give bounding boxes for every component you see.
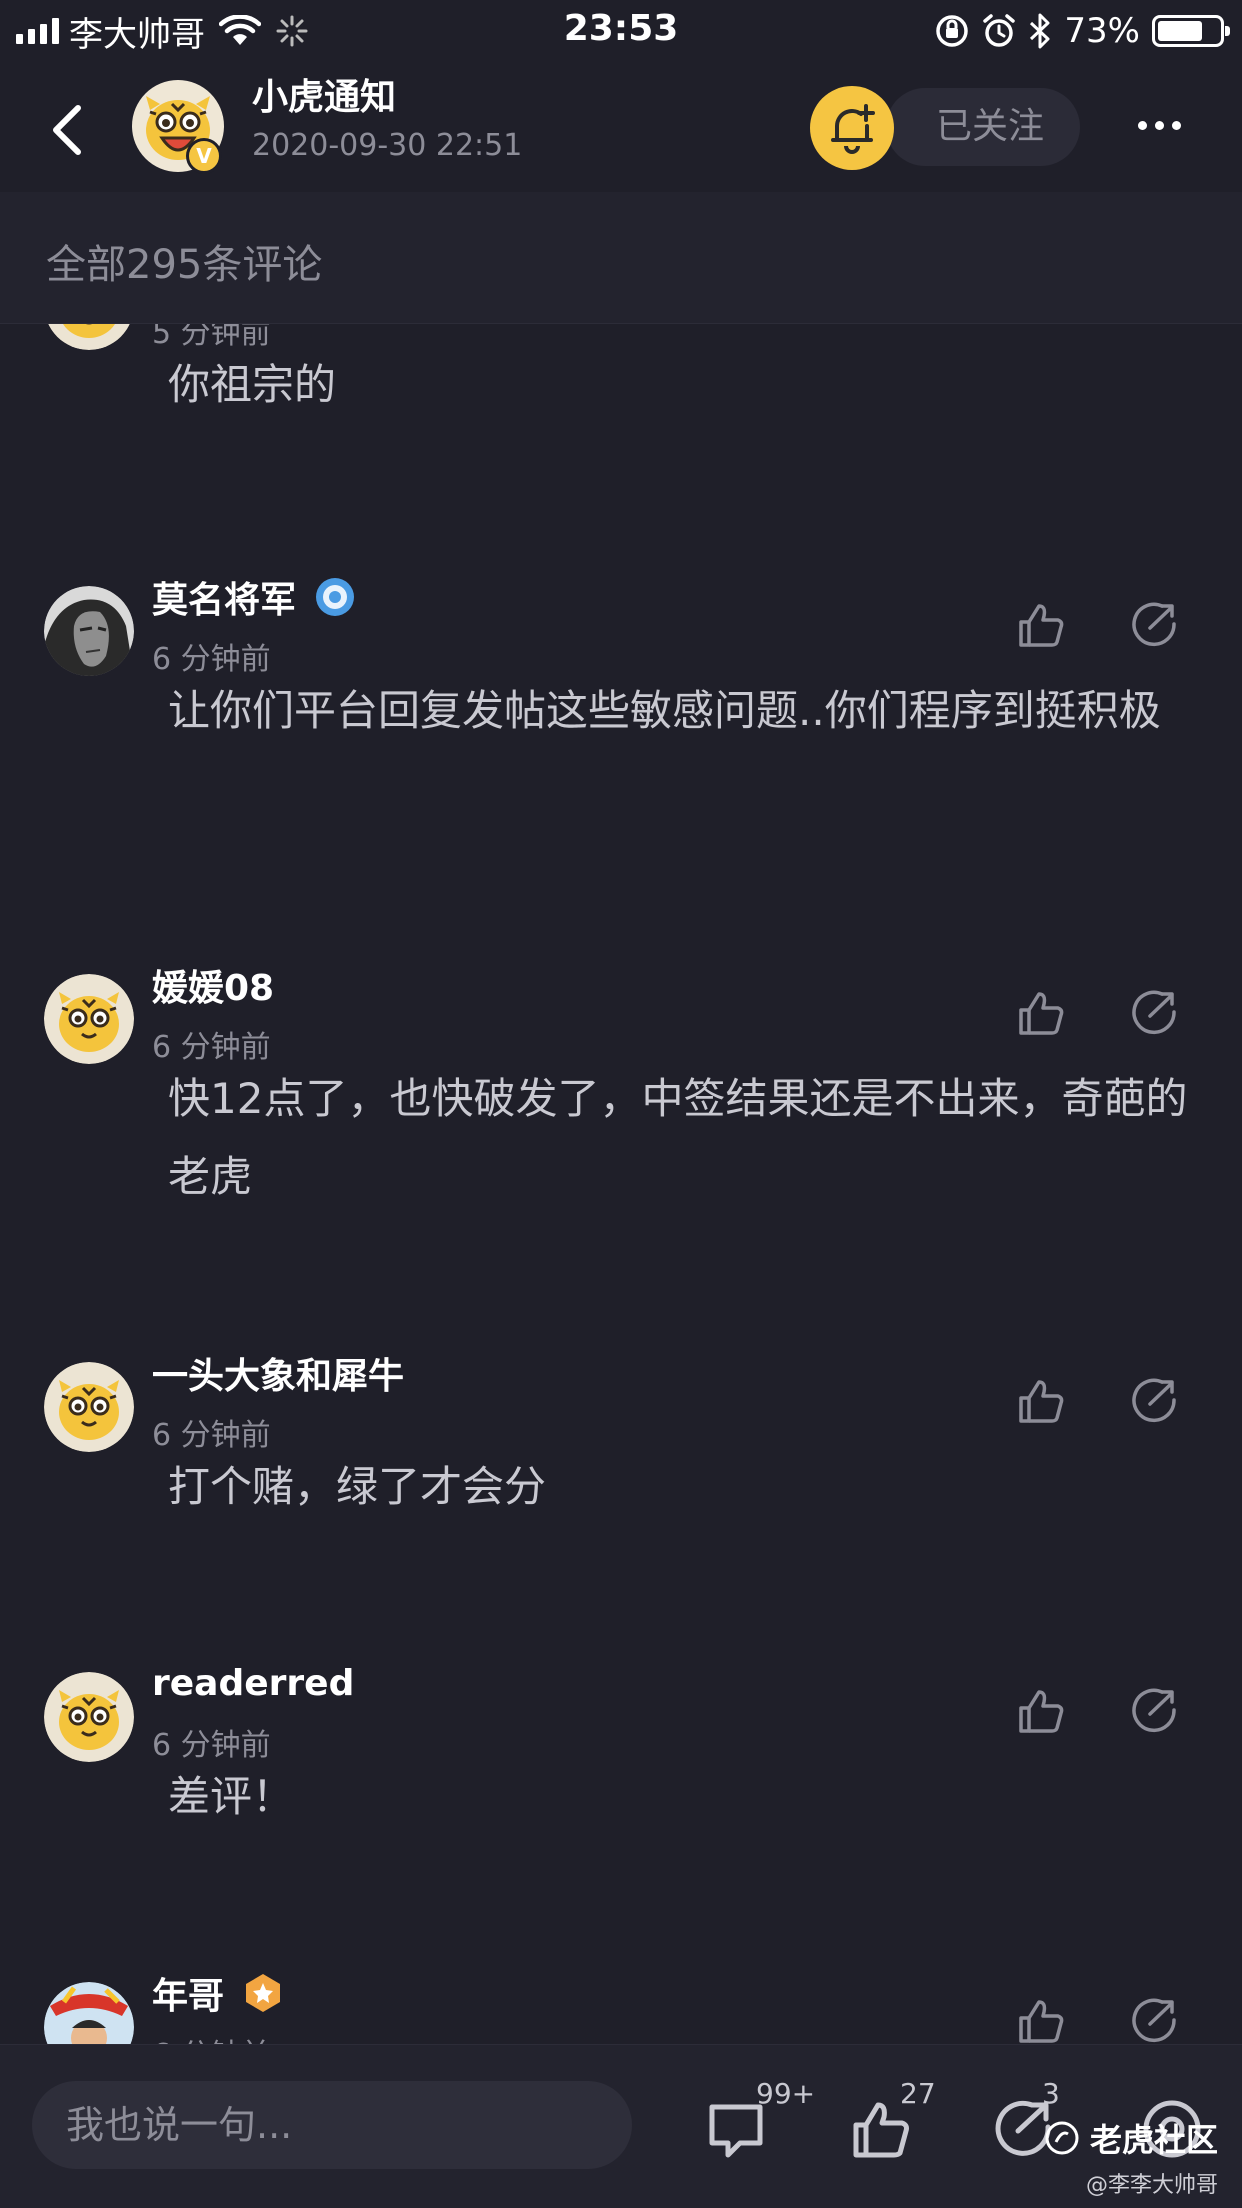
comment-text: 差评！: [168, 1772, 295, 1821]
level-badge-icon: [246, 1974, 281, 2012]
tiger-image: [44, 1672, 134, 1762]
portrait-image: [44, 586, 134, 676]
bottom-action-bar: 我也说一句... 99+ 27 3 老虎社区 @李李大帅哥: [0, 2044, 1242, 2208]
battery-percent: 73%: [1064, 11, 1140, 51]
like-icon[interactable]: [1016, 1376, 1066, 1426]
commenter-avatar[interactable]: [44, 1982, 134, 2044]
dot-icon: [1138, 120, 1147, 130]
post-date: 2020-09-30 22:51: [252, 128, 523, 163]
rotation-lock-icon: [936, 15, 969, 47]
battery-icon: [1152, 15, 1230, 47]
like-count-badge: 27: [900, 2077, 936, 2110]
like-icon[interactable]: [1016, 1686, 1066, 1736]
verified-badge: V: [186, 138, 222, 174]
watermark-logo-icon: [1045, 2121, 1079, 2155]
share-icon[interactable]: [1130, 1996, 1180, 2044]
back-icon[interactable]: [44, 100, 96, 160]
tiger-image: [44, 1362, 134, 1452]
more-options-button[interactable]: [1138, 110, 1198, 140]
commenter-name[interactable]: readerred: [152, 1663, 354, 1704]
level-badge-icon: [316, 578, 355, 616]
commenter-avatar[interactable]: [44, 1362, 134, 1452]
comment-text: 打个赌，绿了才会分: [168, 1462, 547, 1511]
commenter-name[interactable]: 年哥: [152, 1967, 224, 2019]
follow-button[interactable]: 已关注: [886, 88, 1080, 166]
reply-input[interactable]: 我也说一句...: [32, 2081, 632, 2169]
comment-count-badge: 99+: [756, 2077, 816, 2110]
comment-text: 让你们平台回复发帖这些敏感问题..你们程序到挺积极: [168, 686, 1161, 735]
comment-text: 你祖宗的: [168, 360, 337, 409]
dot-icon: [1155, 120, 1164, 130]
bluetooth-icon: [1030, 13, 1050, 49]
dot-icon: [1172, 120, 1181, 130]
comment-count-bar: 全部295条评论: [0, 192, 1242, 324]
tiger-image: [44, 974, 134, 1064]
commenter-avatar[interactable]: [44, 586, 134, 676]
watermark-brand: 老虎社区: [1090, 2121, 1219, 2159]
post-header: V 小虎通知 2020-09-30 22:51 已关注: [0, 62, 1242, 192]
commenter-name[interactable]: 媛媛08: [152, 959, 274, 1011]
comment-list[interactable]: 5 分钟前 你祖宗的 莫名将军 6 分钟前 让你们平台回复发帖这些敏感问题..你…: [0, 324, 1242, 2044]
battery-level: [1158, 21, 1202, 41]
notification-bell-button[interactable]: [810, 86, 894, 170]
commenter-name[interactable]: 莫名将军: [152, 571, 296, 623]
alarm-icon: [983, 14, 1016, 47]
like-icon[interactable]: [1016, 1996, 1066, 2044]
share-icon[interactable]: [1130, 1376, 1180, 1426]
share-icon[interactable]: [1130, 988, 1180, 1038]
watermark-user: @李李大帅哥: [1086, 2173, 1219, 2198]
author-name[interactable]: 小虎通知: [252, 68, 396, 120]
commenter-name[interactable]: 一头大象和犀牛: [152, 1347, 404, 1399]
commenter-avatar[interactable]: [44, 974, 134, 1064]
share-icon[interactable]: [1130, 600, 1180, 650]
comment-count-label: 全部295条评论: [46, 242, 323, 288]
comment-time: 6 分钟前: [152, 2030, 271, 2044]
commenter-avatar[interactable]: [44, 1672, 134, 1762]
tiger-image: [48, 324, 130, 350]
share-icon[interactable]: [1130, 1686, 1180, 1736]
like-icon[interactable]: [1016, 988, 1066, 1038]
photo-image: [44, 1982, 134, 2044]
comment-text: 快12点了，也快破发了，中签结果还是不出来，奇葩的老虎: [168, 1074, 1188, 1201]
share-count-badge: 3: [1042, 2077, 1060, 2110]
bell-plus-icon: [831, 104, 875, 154]
status-bar: 李大帅哥 23:53 73%: [0, 0, 1242, 62]
watermark: 老虎社区: [1044, 2115, 1218, 2161]
like-icon[interactable]: [1016, 600, 1066, 650]
commenter-avatar[interactable]: [44, 324, 134, 350]
